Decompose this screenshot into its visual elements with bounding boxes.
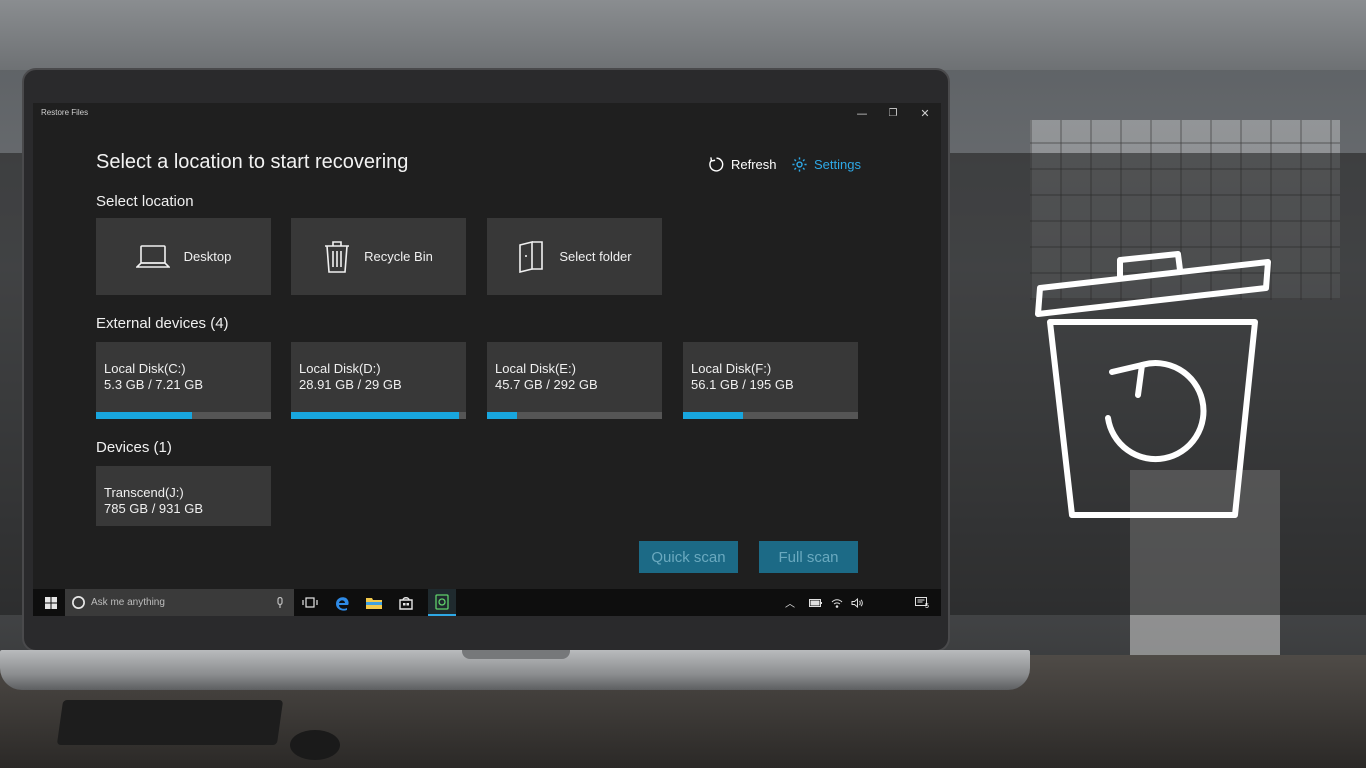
search-placeholder: Ask me anything	[91, 597, 165, 608]
restore-trash-icon	[1035, 251, 1271, 518]
laptop-icon	[135, 244, 170, 268]
desktop-label: Desktop	[183, 249, 232, 264]
file-explorer-icon	[366, 598, 382, 609]
battery-button[interactable]	[809, 589, 825, 616]
disk-usage-fill	[96, 412, 193, 419]
volume-icon	[851, 597, 863, 608]
select-folder-label: Select folder	[559, 249, 632, 264]
background-mouse	[290, 730, 340, 760]
task-view-button[interactable]	[297, 589, 323, 616]
refresh-label: Refresh	[731, 157, 777, 172]
disk-usage-bar	[487, 412, 662, 419]
disk-usage-fill	[683, 412, 743, 419]
minimize-button[interactable]: —	[848, 105, 876, 123]
disk-tile-d[interactable]: Local Disk(D:) 28.91 GB / 29 GB	[291, 342, 466, 419]
page-title: Select a location to start recovering	[96, 151, 409, 173]
disk-name: Local Disk(C:)	[104, 361, 186, 376]
edge-button[interactable]	[329, 589, 355, 616]
disk-size: 28.91 GB / 29 GB	[299, 377, 402, 392]
maximize-button[interactable]: ❐	[879, 105, 907, 123]
recycle-bin-label: Recycle Bin	[364, 249, 433, 264]
disk-usage-fill	[487, 412, 517, 419]
trash-icon	[325, 240, 350, 273]
wifi-icon	[831, 598, 843, 608]
disk-usage-bar	[96, 412, 271, 419]
window-title: Restore Files	[41, 108, 89, 117]
cortana-search-box[interactable]: Ask me anything	[65, 589, 294, 616]
windows-start-icon	[45, 596, 57, 609]
taskbar: Ask me anything ︿ 5	[33, 589, 941, 616]
store-icon	[399, 596, 413, 610]
disk-tile-c[interactable]: Local Disk(C:) 5.3 GB / 7.21 GB	[96, 342, 271, 419]
disk-size: 56.1 GB / 195 GB	[691, 377, 794, 392]
full-scan-button[interactable]: Full scan	[759, 541, 858, 573]
disk-tile-e[interactable]: Local Disk(E:) 45.7 GB / 292 GB	[487, 342, 662, 419]
settings-button[interactable]: Settings	[791, 156, 861, 173]
disk-name: Local Disk(E:)	[495, 361, 576, 376]
refresh-icon	[709, 157, 724, 172]
action-center-button[interactable]	[915, 589, 933, 616]
disk-usage-bar	[683, 412, 858, 419]
disk-usage-fill	[291, 412, 459, 419]
disk-size: 45.7 GB / 292 GB	[495, 377, 598, 392]
volume-button[interactable]	[851, 589, 867, 616]
edge-icon	[336, 596, 349, 611]
restore-files-taskbar-button[interactable]	[428, 589, 456, 616]
battery-icon	[809, 598, 822, 607]
devices-heading: Devices (1)	[96, 439, 172, 456]
network-button[interactable]	[831, 589, 847, 616]
microphone-icon[interactable]	[276, 597, 284, 609]
refresh-button[interactable]: Refresh	[708, 156, 777, 173]
disk-usage-bar	[291, 412, 466, 419]
task-view-icon	[302, 597, 318, 608]
restore-files-window: Restore Files — ❐ ✕ Select a location to…	[33, 103, 941, 589]
disk-name: Local Disk(D:)	[299, 361, 381, 376]
folder-icon	[519, 240, 544, 273]
external-devices-heading: External devices (4)	[96, 315, 229, 332]
show-hidden-icons-button[interactable]: ︿	[785, 589, 805, 616]
location-recycle-bin-tile[interactable]: Recycle Bin	[291, 218, 466, 295]
settings-label: Settings	[814, 157, 861, 172]
restore-files-app-icon	[435, 594, 449, 610]
close-button[interactable]: ✕	[911, 105, 939, 123]
quick-scan-button[interactable]: Quick scan	[639, 541, 738, 573]
file-explorer-button[interactable]	[361, 589, 387, 616]
notification-count: 5	[925, 603, 929, 610]
disk-tile-f[interactable]: Local Disk(F:) 56.1 GB / 195 GB	[683, 342, 858, 419]
background-ceiling	[0, 0, 1366, 70]
device-tile-j[interactable]: Transcend(J:) 785 GB / 931 GB	[96, 466, 271, 526]
background-keyboard	[56, 700, 284, 745]
disk-name: Local Disk(F:)	[691, 361, 772, 376]
title-bar: Restore Files — ❐ ✕	[33, 103, 941, 125]
device-name: Transcend(J:)	[104, 485, 184, 500]
device-size: 785 GB / 931 GB	[104, 501, 204, 516]
gear-icon	[792, 157, 807, 172]
location-desktop-tile[interactable]: Desktop	[96, 218, 271, 295]
cortana-icon	[72, 596, 85, 609]
store-button[interactable]	[393, 589, 419, 616]
location-select-folder-tile[interactable]: Select folder	[487, 218, 662, 295]
laptop-notch	[462, 650, 570, 659]
disk-size: 5.3 GB / 7.21 GB	[104, 377, 203, 392]
select-location-heading: Select location	[96, 193, 194, 210]
windows-start-button[interactable]	[37, 589, 65, 616]
chevron-up-icon: ︿	[785, 599, 795, 610]
